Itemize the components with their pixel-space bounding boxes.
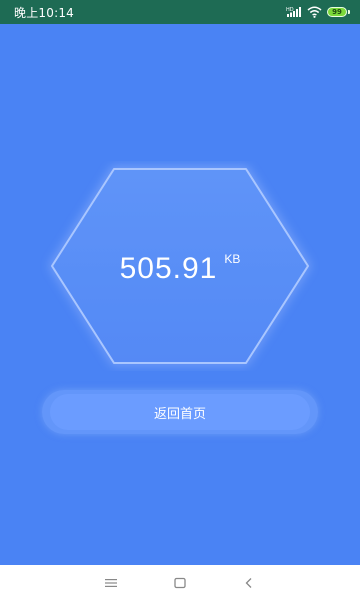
- home-icon: [174, 577, 186, 588]
- battery-level: 99: [327, 7, 347, 17]
- speed-unit: KB: [224, 252, 241, 266]
- speed-readout: 505.91 KB: [40, 161, 320, 371]
- navigation-bar: [0, 565, 360, 600]
- home-button[interactable]: [168, 571, 192, 595]
- screen: 晚上10:14 HD 99 505.91 KB 返回首页: [0, 0, 360, 600]
- signal-icon: HD: [286, 6, 302, 18]
- status-icons: HD 99: [286, 6, 350, 18]
- status-time: 晚上10:14: [14, 5, 74, 20]
- battery-icon: 99: [327, 7, 350, 17]
- back-home-button[interactable]: 返回首页: [50, 394, 310, 430]
- network-type-label: HD: [286, 7, 294, 13]
- speed-value: 505.91: [119, 252, 218, 285]
- status-bar: 晚上10:14 HD 99: [0, 0, 360, 24]
- back-button[interactable]: [237, 571, 261, 595]
- wifi-icon: [307, 6, 322, 18]
- menu-button[interactable]: [99, 571, 123, 595]
- result-panel: 505.91 KB 返回首页: [0, 24, 360, 565]
- back-icon: [245, 577, 252, 588]
- menu-icon: [104, 578, 117, 587]
